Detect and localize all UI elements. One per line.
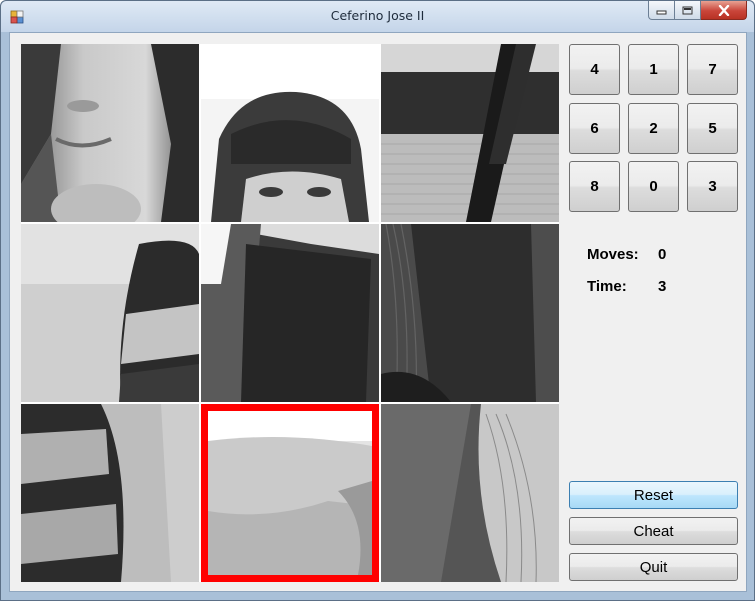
maximize-button[interactable]: [675, 1, 701, 20]
window-title: Ceferino Jose II: [330, 8, 425, 23]
reset-button[interactable]: Reset: [569, 481, 738, 509]
maximize-icon: [682, 6, 693, 14]
puzzle-tile-sweater-side[interactable]: [21, 404, 199, 582]
quit-button[interactable]: Quit: [569, 553, 738, 581]
order-button-7[interactable]: 8: [569, 161, 620, 212]
close-icon: [718, 4, 729, 16]
client-area: 4 1 7 6 2 5 8 0 3 Moves: 0 Time: 3 Reset…: [9, 32, 747, 592]
time-label: Time:: [587, 278, 627, 295]
puzzle-tile-hair-dark[interactable]: [381, 224, 559, 402]
puzzle-tile-face-smile[interactable]: [21, 44, 199, 222]
puzzle-tile-sweater-strap[interactable]: [381, 44, 559, 222]
cheat-button[interactable]: Cheat: [569, 517, 738, 545]
app-window: Ceferino Jose II 4 1 7 6 2 5 8 0 3 Moves…: [0, 0, 755, 601]
order-button-2[interactable]: 1: [628, 44, 679, 95]
minimize-icon: [656, 10, 667, 14]
title-bar[interactable]: Ceferino Jose II: [1, 1, 754, 32]
time-value: 3: [658, 278, 667, 295]
puzzle-tile-face-eyes[interactable]: [201, 44, 379, 222]
moves-value: 0: [658, 246, 667, 263]
puzzle-board: [21, 44, 559, 582]
close-button[interactable]: [701, 1, 747, 20]
minimize-button[interactable]: [648, 1, 675, 20]
puzzle-tile-blank-selected[interactable]: [201, 404, 379, 582]
order-button-3[interactable]: 7: [687, 44, 738, 95]
puzzle-tile-book[interactable]: [201, 224, 379, 402]
order-button-9[interactable]: 3: [687, 161, 738, 212]
order-button-4[interactable]: 6: [569, 103, 620, 154]
order-button-6[interactable]: 5: [687, 103, 738, 154]
moves-label: Moves:: [587, 246, 639, 263]
puzzle-tile-hair-light[interactable]: [381, 404, 559, 582]
caption-buttons: [648, 1, 747, 22]
puzzle-tile-sweater-sleeve[interactable]: [21, 224, 199, 402]
order-button-5[interactable]: 2: [628, 103, 679, 154]
order-button-1[interactable]: 4: [569, 44, 620, 95]
order-button-8[interactable]: 0: [628, 161, 679, 212]
